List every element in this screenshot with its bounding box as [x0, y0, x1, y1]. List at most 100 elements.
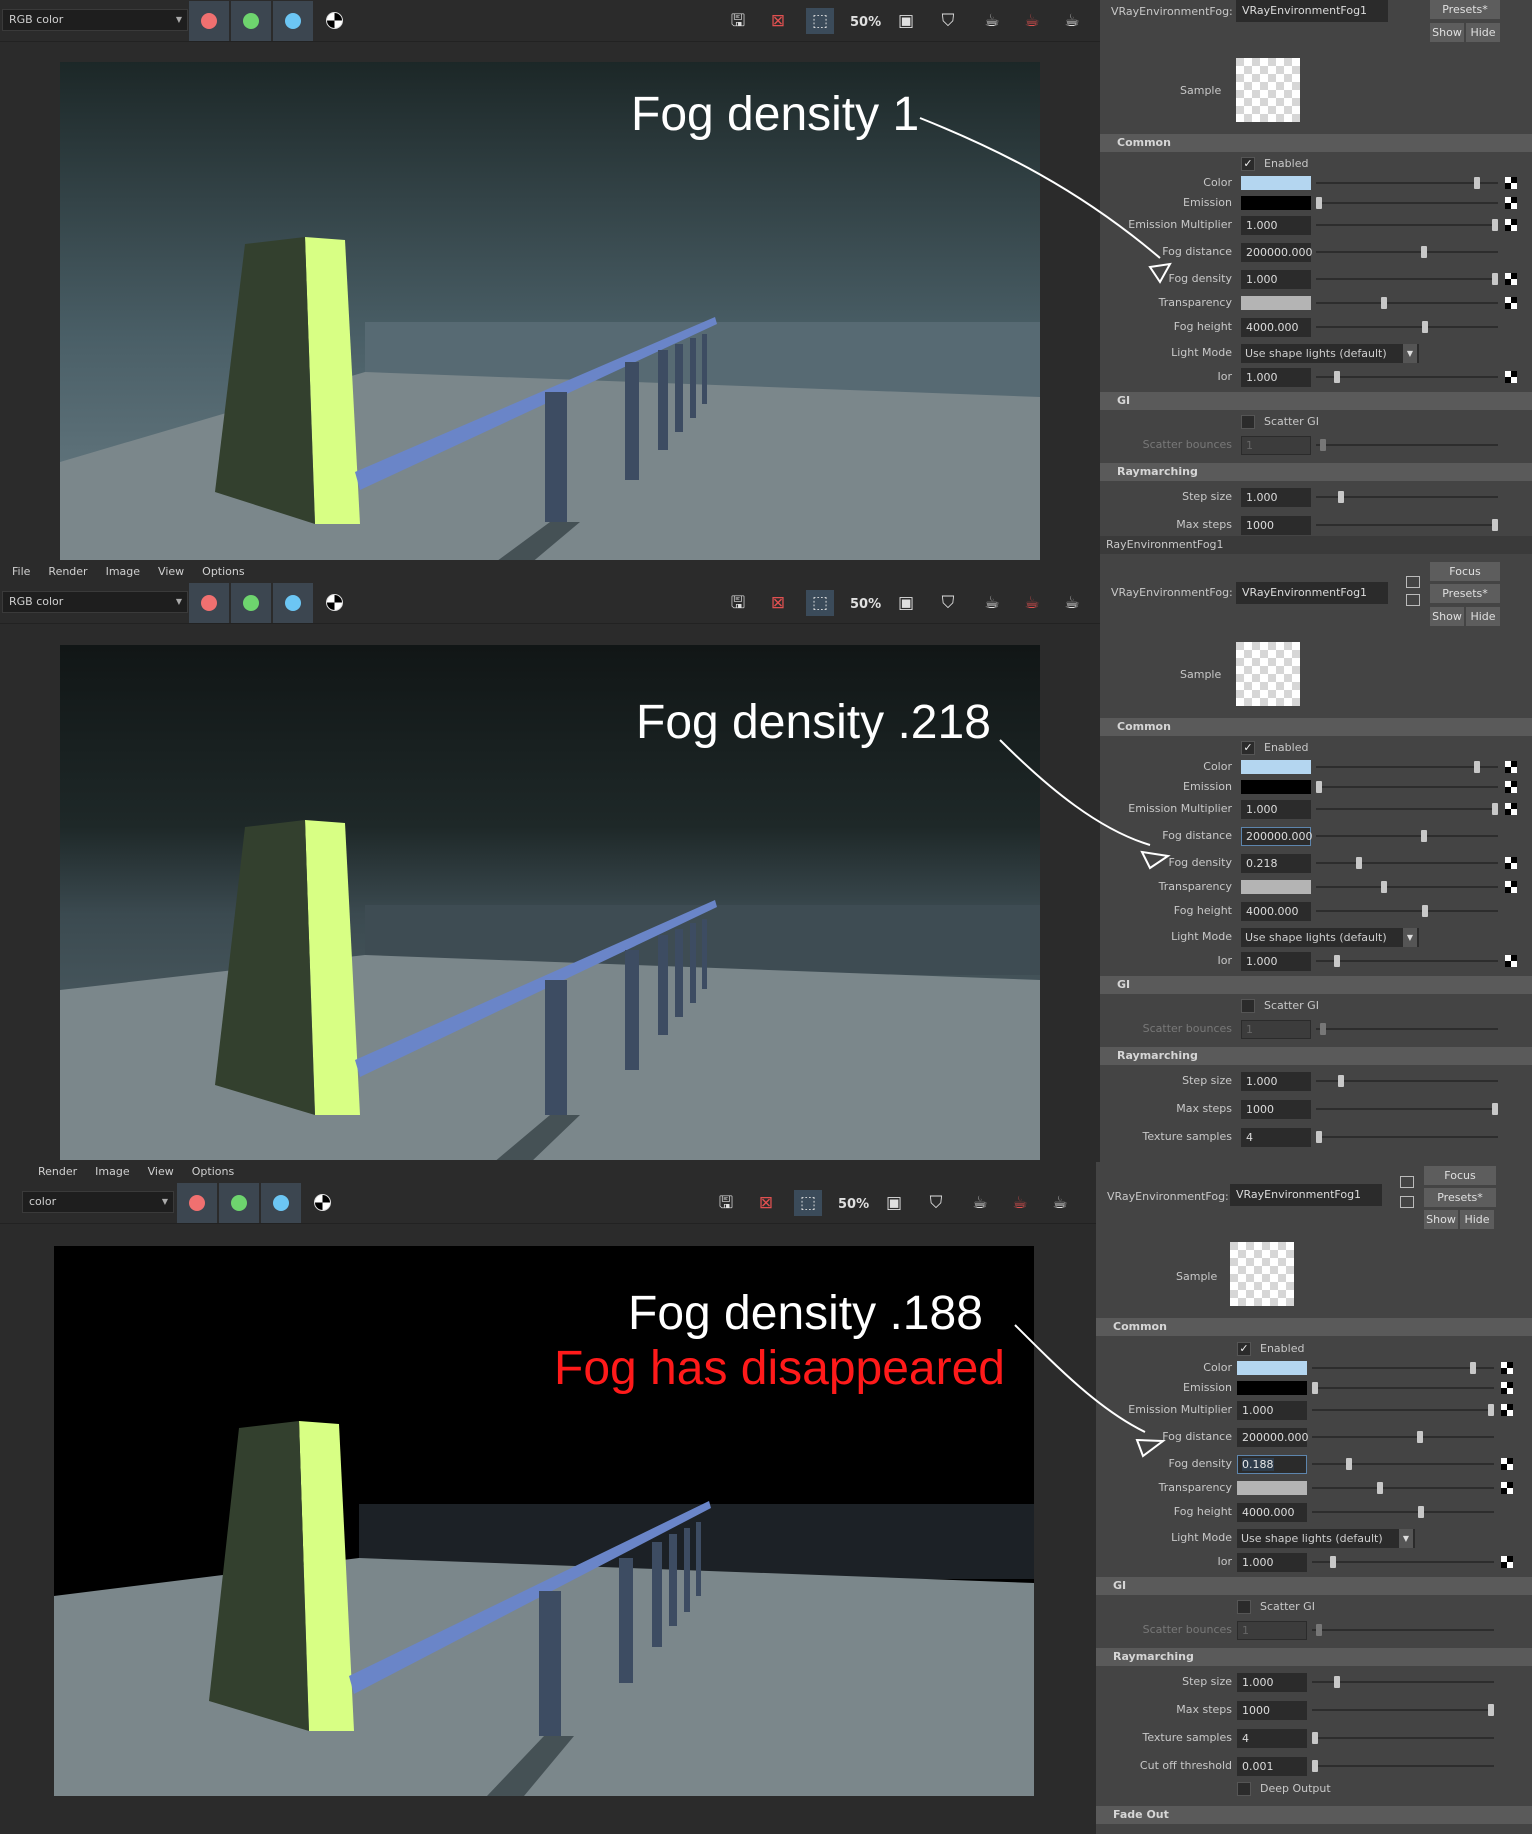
menu-render[interactable]: Render — [48, 565, 87, 578]
render-icon[interactable]: ☕ — [978, 8, 1006, 34]
menu-options[interactable]: Options — [192, 1165, 234, 1178]
node-name-field[interactable]: VRayEnvironmentFog1 — [1236, 582, 1388, 604]
blue-channel-button[interactable] — [261, 1183, 301, 1223]
section-common[interactable]: Common — [1100, 718, 1532, 736]
slider-knob[interactable] — [1316, 197, 1322, 209]
map-button-icon[interactable] — [1501, 1382, 1513, 1394]
step-size-field[interactable]: 1.000 — [1241, 488, 1311, 507]
map-button-icon[interactable] — [1505, 881, 1517, 893]
slider-knob[interactable] — [1492, 519, 1498, 531]
scatter-bounces-field[interactable]: 1 — [1241, 436, 1311, 455]
alpha-channel-icon[interactable] — [326, 594, 343, 611]
texture-samples-field[interactable]: 4 — [1241, 1128, 1311, 1147]
ior-field[interactable]: 1.000 — [1241, 368, 1311, 387]
menu-view[interactable]: View — [158, 565, 184, 578]
region-icon[interactable]: ▣ — [892, 8, 920, 34]
fog-height-slider[interactable] — [1316, 905, 1498, 917]
slider-knob[interactable] — [1334, 371, 1340, 383]
scatter-bounces-slider[interactable] — [1316, 439, 1498, 451]
scatter-bounces-slider[interactable] — [1312, 1624, 1494, 1636]
scatter-gi-checkbox[interactable] — [1241, 999, 1255, 1013]
slider-knob[interactable] — [1492, 803, 1498, 815]
emission-multiplier-slider[interactable] — [1316, 803, 1498, 815]
emission-swatch[interactable] — [1241, 196, 1311, 210]
max-steps-slider[interactable] — [1312, 1704, 1494, 1716]
load-icon[interactable] — [1400, 1176, 1414, 1188]
map-button-icon[interactable] — [1505, 857, 1517, 869]
transparency-slider[interactable] — [1316, 297, 1498, 309]
slider-knob[interactable] — [1421, 246, 1427, 258]
light-mode-select[interactable]: Use shape lights (default) ▼ — [1241, 344, 1419, 363]
slider-knob[interactable] — [1381, 297, 1387, 309]
channel-select[interactable]: RGB color ▼ — [2, 591, 188, 613]
map-button-icon[interactable] — [1505, 803, 1517, 815]
slider-knob[interactable] — [1316, 781, 1322, 793]
deep-output-checkbox[interactable] — [1237, 1782, 1251, 1796]
step-size-field[interactable]: 1.000 — [1237, 1673, 1307, 1692]
section-fade-out[interactable]: Fade Out — [1096, 1806, 1532, 1824]
slider-knob[interactable] — [1474, 177, 1480, 189]
menu-view[interactable]: View — [148, 1165, 174, 1178]
clear-image-icon[interactable]: ⊠ — [764, 590, 792, 616]
blue-channel-button[interactable] — [273, 1, 313, 41]
channel-select[interactable]: color ▼ — [22, 1191, 174, 1213]
emission-multiplier-slider[interactable] — [1312, 1404, 1494, 1416]
emission-slider[interactable] — [1312, 1382, 1494, 1394]
show-button[interactable]: Show — [1424, 1210, 1458, 1229]
emission-swatch[interactable] — [1241, 780, 1311, 794]
map-button-icon[interactable] — [1505, 297, 1517, 309]
emission-slider[interactable] — [1316, 781, 1498, 793]
fog-distance-field[interactable]: 200000.000 — [1241, 243, 1312, 262]
slider-knob[interactable] — [1320, 439, 1326, 451]
slider-knob[interactable] — [1492, 273, 1498, 285]
map-button-icon[interactable] — [1505, 273, 1517, 285]
emission-slider[interactable] — [1316, 197, 1498, 209]
map-button-icon[interactable] — [1505, 177, 1517, 189]
fog-height-field[interactable]: 4000.000 — [1241, 318, 1311, 337]
cutoff-threshold-slider[interactable] — [1312, 1760, 1494, 1772]
zoom-icon[interactable]: 50% — [850, 8, 881, 34]
fog-distance-slider[interactable] — [1316, 830, 1498, 842]
slider-knob[interactable] — [1488, 1704, 1494, 1716]
save-icon[interactable] — [1406, 594, 1420, 606]
slider-knob[interactable] — [1316, 1624, 1322, 1636]
red-channel-button[interactable] — [177, 1183, 217, 1223]
scatter-gi-checkbox[interactable] — [1237, 1600, 1251, 1614]
hide-button[interactable]: Hide — [1466, 607, 1500, 626]
fog-height-slider[interactable] — [1316, 321, 1498, 333]
enabled-checkbox[interactable]: ✓ — [1237, 1342, 1251, 1356]
ior-field[interactable]: 1.000 — [1237, 1553, 1307, 1572]
stop-render-icon[interactable]: ☕ — [1018, 590, 1046, 616]
presets-button[interactable]: Presets* — [1424, 1188, 1496, 1207]
red-channel-button[interactable] — [189, 583, 229, 623]
transparency-swatch[interactable] — [1237, 1481, 1307, 1495]
ior-slider[interactable] — [1316, 371, 1498, 383]
emission-multiplier-field[interactable]: 1.000 — [1237, 1401, 1307, 1420]
scatter-bounces-slider[interactable] — [1316, 1023, 1498, 1035]
transparency-slider[interactable] — [1312, 1482, 1494, 1494]
slider-knob[interactable] — [1492, 219, 1498, 231]
slider-knob[interactable] — [1492, 1103, 1498, 1115]
slider-knob[interactable] — [1320, 1023, 1326, 1035]
slider-knob[interactable] — [1312, 1382, 1318, 1394]
slider-knob[interactable] — [1422, 905, 1428, 917]
map-button-icon[interactable] — [1501, 1404, 1513, 1416]
ior-slider[interactable] — [1312, 1556, 1494, 1568]
map-button-icon[interactable] — [1505, 371, 1517, 383]
transparency-slider[interactable] — [1316, 881, 1498, 893]
map-button-icon[interactable] — [1501, 1556, 1513, 1568]
ipr-icon[interactable]: ☕ — [1058, 590, 1086, 616]
light-mode-select[interactable]: Use shape lights (default) ▼ — [1241, 928, 1419, 947]
color-slider[interactable] — [1316, 761, 1498, 773]
focus-button[interactable]: Focus — [1424, 1166, 1496, 1185]
slider-knob[interactable] — [1377, 1482, 1383, 1494]
track-mouse-icon[interactable]: ⛉ — [922, 1190, 950, 1216]
slider-knob[interactable] — [1334, 955, 1340, 967]
slider-knob[interactable] — [1334, 1676, 1340, 1688]
texture-samples-slider[interactable] — [1316, 1131, 1498, 1143]
region-render-icon[interactable]: ⬚ — [806, 8, 834, 34]
emission-multiplier-slider[interactable] — [1316, 219, 1498, 231]
save-icon[interactable]: 🖫 — [712, 1190, 740, 1216]
stop-render-icon[interactable]: ☕ — [1006, 1190, 1034, 1216]
slider-knob[interactable] — [1422, 321, 1428, 333]
